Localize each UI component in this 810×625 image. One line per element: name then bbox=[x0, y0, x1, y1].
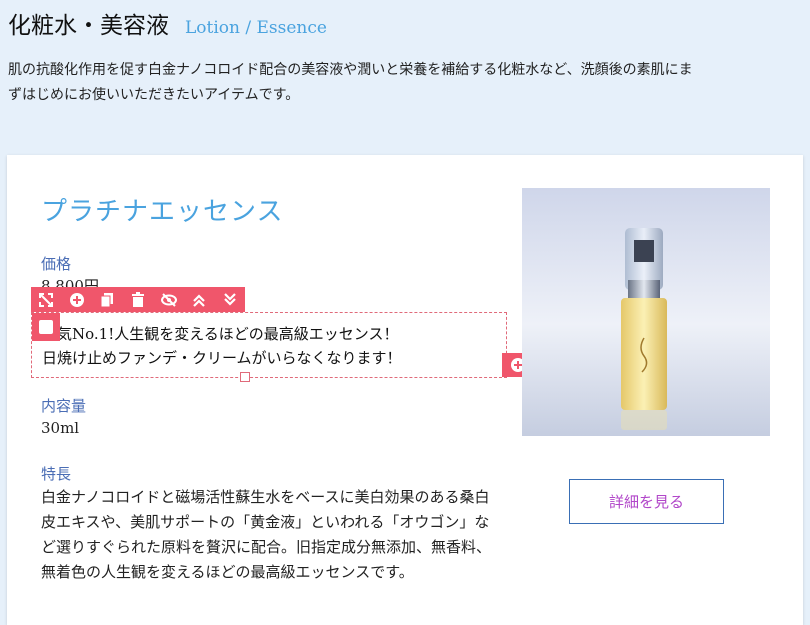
volume-value: 30ml bbox=[41, 419, 80, 437]
select-block-checkbox[interactable] bbox=[32, 313, 60, 341]
feature-label: 特長 bbox=[41, 465, 72, 483]
resize-handle[interactable] bbox=[240, 372, 250, 382]
product-name: プラチナエッセンス bbox=[41, 197, 284, 227]
move-down-icon bbox=[223, 292, 236, 306]
serum-bottle-illustration bbox=[621, 228, 667, 430]
feature-text: 白金ナノコロイドと磁場活性蘇生水をベースに美白効果のある桑白皮エキスや、美肌サポ… bbox=[41, 488, 492, 581]
hide-icon bbox=[160, 292, 177, 307]
category-header: 化粧水・美容液 Lotion / Essence bbox=[8, 6, 802, 40]
catch-copy-line-2[interactable]: 日焼け止めファンデ・クリームがいらなくなります！ bbox=[42, 347, 402, 368]
intro-line-2: ずはじめにお使いいただきたいアイテムです。 bbox=[8, 87, 300, 103]
volume-label: 内容量 bbox=[41, 397, 87, 415]
block-editor-toolbar bbox=[31, 287, 245, 312]
delete-button[interactable] bbox=[125, 287, 151, 312]
category-intro: 肌の抗酸化作用を促す白金ナノコロイド配合の美容液や潤いと栄養を補給する化粧水など… bbox=[8, 58, 798, 108]
price-label: 価格 bbox=[41, 255, 72, 273]
duplicate-button[interactable] bbox=[94, 287, 120, 312]
catch-copy-editable-block[interactable]: 人気No.1!人生観を変えるほどの最高級エッセンス！ 日焼け止めファンデ・クリー… bbox=[31, 312, 534, 378]
move-down-button[interactable] bbox=[217, 287, 243, 312]
product-card: プラチナエッセンス 価格 8,800円 人気No.1!人生観を変えるほどの最高級… bbox=[7, 155, 803, 625]
checkbox-icon bbox=[39, 320, 53, 334]
hide-button[interactable] bbox=[156, 287, 182, 312]
move-up-button[interactable] bbox=[186, 287, 212, 312]
add-circle-icon bbox=[69, 292, 84, 307]
copy-icon bbox=[100, 292, 114, 307]
add-block-button[interactable] bbox=[64, 287, 90, 312]
product-image[interactable] bbox=[522, 188, 770, 436]
category-title-row: 化粧水・美容液 Lotion / Essence bbox=[8, 6, 802, 40]
intro-line-1: 肌の抗酸化作用を促す白金ナノコロイド配合の美容液や潤いと栄養を補給する化粧水など… bbox=[8, 62, 693, 78]
category-subtitle: Lotion / Essence bbox=[185, 18, 327, 38]
unlink-icon bbox=[39, 292, 54, 307]
view-details-button[interactable]: 詳細を見る bbox=[569, 479, 724, 524]
category-title: 化粧水・美容液 bbox=[8, 13, 169, 39]
unlink-button[interactable] bbox=[33, 287, 59, 312]
move-up-icon bbox=[193, 293, 205, 307]
catch-copy-line-1[interactable]: 人気No.1!人生観を変えるほどの最高級エッセンス！ bbox=[42, 323, 398, 344]
trash-icon bbox=[131, 291, 144, 307]
